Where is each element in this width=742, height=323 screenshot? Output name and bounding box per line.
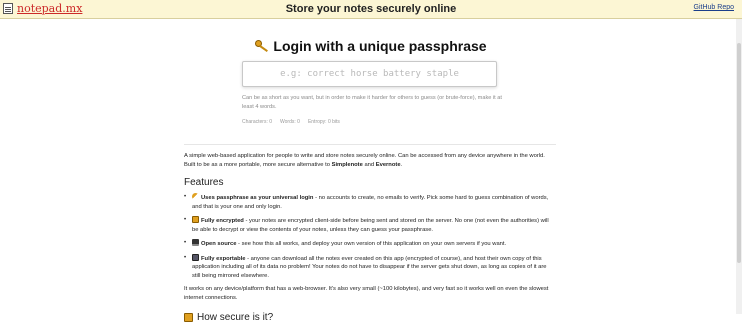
feature-text: - your notes are encrypted client-side b… [192, 218, 549, 233]
login-heading-text: Login with a unique passphrase [273, 38, 487, 54]
evernote-name: Evernote [375, 161, 401, 168]
intro-paragraph: A simple web-based application for peopl… [184, 152, 554, 169]
feature-title: Open source [201, 241, 237, 247]
character-count: Characters: 0 [242, 119, 273, 125]
passphrase-hint: Can be as short as you want, but in orde… [242, 95, 502, 110]
lock-icon [192, 216, 199, 223]
features-heading: Features [184, 177, 224, 188]
passphrase-input[interactable] [242, 61, 497, 87]
feature-title: Fully exportable [201, 255, 246, 262]
key-icon [192, 193, 199, 200]
lock-icon [184, 313, 193, 322]
feature-title: Fully encrypted [201, 218, 244, 224]
github-repo-link[interactable]: GitHub Repo [694, 4, 734, 11]
feature-text: - anyone can download all the notes ever… [192, 255, 547, 279]
intro-and: and [362, 161, 376, 168]
description-content: A simple web-based application for peopl… [184, 152, 554, 323]
feature-item: Fully exportable - anyone can download a… [184, 253, 554, 281]
divider [184, 144, 556, 145]
laptop-icon [192, 239, 199, 246]
site-tagline: Store your notes securely online [285, 3, 457, 15]
floppy-disk-icon [192, 253, 199, 261]
top-bar: notepad.mx Store your notes securely onl… [0, 0, 742, 19]
scrollbar[interactable] [736, 19, 742, 314]
passphrase-stats: Characters: 0 Words: 0 Entropy: 0 bits [242, 119, 340, 125]
feature-text: - see how this all works, and deploy you… [236, 241, 507, 247]
scrollbar-thumb[interactable] [737, 43, 741, 263]
features-list: Uses passphrase as your universal login … [184, 193, 554, 280]
intro-end: . [400, 161, 403, 168]
word-count: Words: 0 [280, 119, 300, 125]
feature-item: Open source - see how this all works, an… [184, 239, 554, 249]
feature-title: Uses passphrase as your universal login [201, 195, 314, 201]
entropy-value: Entropy: 0 bits [307, 119, 340, 125]
feature-item: Uses passphrase as your universal login … [184, 193, 554, 211]
simplenote-name: Simplenote [331, 161, 363, 168]
login-heading: Login with a unique passphrase [0, 38, 742, 54]
works-paragraph: It works on any device/platform that has… [184, 286, 549, 301]
key-icon [255, 40, 269, 52]
feature-item: Fully encrypted - your notes are encrypt… [184, 216, 554, 234]
